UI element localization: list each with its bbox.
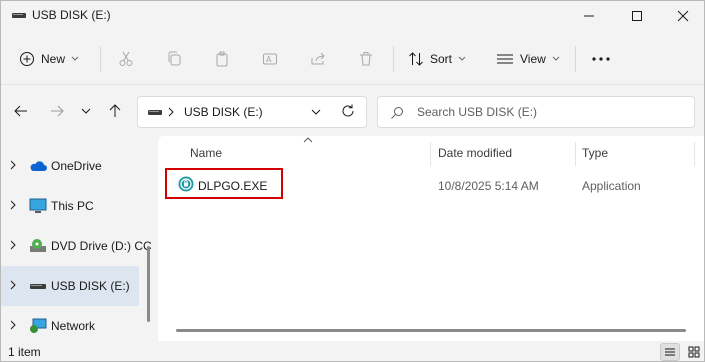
sort-icon — [409, 52, 423, 66]
nav-item-label: DVD Drive (D:) CC — [51, 239, 152, 253]
column-header-type[interactable]: Type — [582, 146, 608, 160]
delete-button[interactable] — [354, 47, 378, 71]
address-bar[interactable]: USB DISK (E:) — [137, 96, 367, 128]
paste-icon — [216, 51, 228, 67]
recent-locations-button[interactable] — [74, 99, 98, 123]
onedrive-icon — [29, 157, 47, 175]
file-list: Name Date modified Type DLPGO.EXE 10/8/2… — [158, 136, 704, 341]
copy-button[interactable] — [162, 47, 186, 71]
sort-ascending-icon — [303, 137, 313, 143]
column-divider[interactable] — [430, 142, 431, 166]
view-label: View — [520, 52, 546, 66]
column-divider[interactable] — [575, 142, 576, 166]
minimize-icon — [584, 15, 594, 17]
maximize-button[interactable] — [614, 1, 660, 31]
view-button[interactable]: View — [496, 45, 560, 73]
file-type: Application — [582, 179, 641, 193]
address-row: USB DISK (E:) Search USB DISK (E:) — [1, 86, 704, 136]
network-icon — [29, 317, 47, 335]
tiles-view-button[interactable] — [684, 343, 704, 361]
forward-button[interactable] — [45, 99, 69, 123]
column-divider[interactable] — [694, 142, 695, 166]
new-button[interactable]: New — [19, 45, 79, 73]
see-more-button[interactable] — [589, 47, 613, 71]
cut-icon — [119, 51, 133, 66]
arrow-up-icon — [109, 104, 121, 117]
chevron-down-icon — [458, 56, 466, 61]
chevron-right-icon[interactable] — [10, 280, 16, 290]
chevron-right-icon[interactable] — [10, 240, 16, 250]
maximize-icon — [632, 11, 642, 21]
chevron-down-icon — [552, 56, 560, 61]
rename-icon: A — [263, 53, 277, 65]
paste-button[interactable] — [210, 47, 234, 71]
title-bar: USB DISK (E:) — [1, 1, 704, 31]
file-date-modified: 10/8/2025 5:14 AM — [438, 179, 539, 193]
highlight-box — [165, 168, 283, 199]
cut-button[interactable] — [114, 47, 138, 71]
close-icon — [677, 10, 689, 22]
share-icon — [311, 52, 325, 65]
nav-item-label: This PC — [51, 199, 94, 213]
copy-icon — [168, 51, 181, 66]
trash-icon — [360, 52, 372, 66]
arrow-right-icon — [51, 105, 64, 117]
chevron-right-icon — [168, 107, 174, 117]
search-input[interactable]: Search USB DISK (E:) — [377, 96, 695, 128]
share-button[interactable] — [306, 47, 330, 71]
divider — [100, 46, 101, 72]
new-label: New — [41, 52, 66, 66]
horizontal-scrollbar[interactable] — [176, 329, 686, 332]
status-bar: 1 item — [1, 341, 704, 361]
details-view-button[interactable] — [660, 343, 680, 361]
command-bar: New A Sort View — [1, 32, 704, 85]
rename-button[interactable]: A — [258, 47, 282, 71]
tiles-view-icon — [688, 346, 700, 358]
search-placeholder: Search USB DISK (E:) — [417, 105, 538, 119]
details-view-icon — [665, 348, 675, 356]
column-header-date-modified[interactable]: Date modified — [438, 146, 512, 160]
nav-item-label: OneDrive — [51, 159, 102, 173]
column-header-name[interactable]: Name — [190, 146, 222, 160]
navigation-pane: OneDrive This PC DVD Drive (D:) CC USB D… — [1, 136, 158, 341]
more-dots-icon — [592, 57, 610, 61]
usb-drive-icon — [148, 110, 162, 115]
minimize-button[interactable] — [566, 1, 612, 31]
usb-drive-icon — [12, 13, 26, 18]
sort-label: Sort — [430, 52, 453, 66]
arrow-left-icon — [14, 105, 27, 117]
close-button[interactable] — [660, 1, 704, 31]
dvd-drive-icon — [29, 237, 47, 255]
divider — [575, 46, 576, 72]
up-button[interactable] — [103, 99, 127, 123]
nav-item-label: USB DISK (E:) — [51, 279, 130, 293]
nav-item-network[interactable]: Network — [1, 306, 139, 346]
svg-text:A: A — [266, 55, 272, 64]
divider — [393, 46, 394, 72]
nav-item-dvd-drive[interactable]: DVD Drive (D:) CC — [1, 226, 152, 266]
nav-item-label: Network — [51, 319, 96, 333]
search-icon — [391, 107, 403, 119]
nav-item-this-pc[interactable]: This PC — [1, 186, 139, 226]
address-path: USB DISK (E:) — [184, 105, 263, 119]
item-count: 1 item — [8, 345, 41, 359]
this-pc-icon — [29, 197, 47, 215]
chevron-down-icon — [71, 56, 79, 61]
nav-item-usb-disk[interactable]: USB DISK (E:) — [1, 266, 139, 306]
window-title: USB DISK (E:) — [32, 8, 111, 22]
file-explorer-window: USB DISK (E:) New A Sort View USB DISK (… — [0, 0, 705, 362]
nav-item-onedrive[interactable]: OneDrive — [1, 146, 139, 186]
sort-button[interactable]: Sort — [408, 45, 466, 73]
usb-drive-icon — [29, 277, 47, 295]
plus-circle-icon — [20, 52, 34, 66]
chevron-right-icon[interactable] — [10, 320, 16, 330]
chevron-right-icon[interactable] — [10, 200, 16, 210]
chevron-down-icon[interactable] — [310, 106, 322, 118]
view-list-icon — [497, 54, 513, 64]
refresh-icon[interactable] — [341, 104, 355, 118]
back-button[interactable] — [9, 99, 33, 123]
chevron-right-icon[interactable] — [10, 160, 16, 170]
chevron-down-icon — [81, 108, 91, 114]
nav-scrollbar[interactable] — [147, 246, 150, 322]
